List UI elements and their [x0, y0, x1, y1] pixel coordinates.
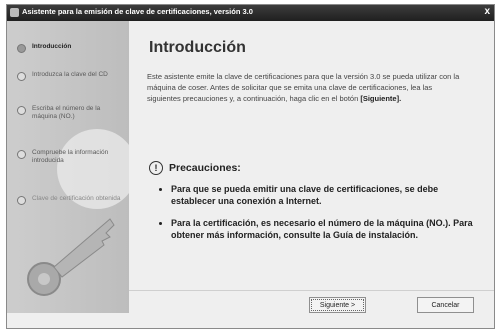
step-bullet-icon [17, 106, 26, 115]
step-label: Escriba el número de la máquina (NO.) [32, 105, 101, 120]
next-button[interactable]: Siguiente > [309, 297, 366, 313]
step-machine-number: Escriba el número de la máquina (NO.) [17, 105, 122, 121]
caution-box: ! Precauciones: Para que se pueda emitir… [149, 161, 479, 251]
step-bullet-icon [17, 196, 26, 205]
intro-paragraph: Este asistente emite la clave de certifi… [147, 71, 467, 104]
step-label: Clave de certificación obtenida [32, 195, 121, 202]
cancel-button[interactable]: Cancelar [417, 297, 474, 313]
page-title: Introducción [149, 39, 246, 56]
wizard-steps-sidebar: Introducción Introduzca la clave del CD … [7, 21, 129, 313]
footer-divider [129, 290, 494, 291]
step-key-obtained: Clave de certificación obtenida [17, 195, 122, 205]
intro-strong: [Siguiente]. [360, 94, 402, 103]
caution-item: Para que se pueda emitir una clave de ce… [171, 183, 479, 207]
step-label: Introduzca la clave del CD [32, 71, 108, 78]
app-icon [10, 8, 19, 17]
caution-list: Para que se pueda emitir una clave de ce… [149, 183, 479, 241]
warning-icon: ! [149, 161, 163, 175]
step-cd-key: Introduzca la clave del CD [17, 71, 122, 81]
caution-header: ! Precauciones: [149, 161, 479, 175]
wizard-content: Introducción Este asistente emite la cla… [137, 21, 486, 281]
step-introduction: Introducción [17, 43, 122, 53]
intro-text: Este asistente emite la clave de certifi… [147, 72, 460, 103]
title-bar: Asistente para la emisión de clave de ce… [7, 5, 494, 21]
key-illustration-icon [27, 218, 115, 296]
caution-item: Para la certificación, es necesario el n… [171, 217, 479, 241]
wizard-window: Asistente para la emisión de clave de ce… [6, 4, 495, 329]
step-bullet-icon [17, 150, 26, 159]
step-bullet-icon [17, 72, 26, 81]
step-bullet-icon [17, 44, 26, 53]
step-label: Compruebe la información introducida [32, 149, 109, 164]
step-verify-info: Compruebe la información introducida [17, 149, 122, 165]
caution-title: Precauciones: [169, 162, 241, 174]
window-title: Asistente para la emisión de clave de ce… [22, 7, 253, 16]
step-label: Introducción [32, 43, 72, 50]
close-icon[interactable]: x [484, 6, 490, 17]
